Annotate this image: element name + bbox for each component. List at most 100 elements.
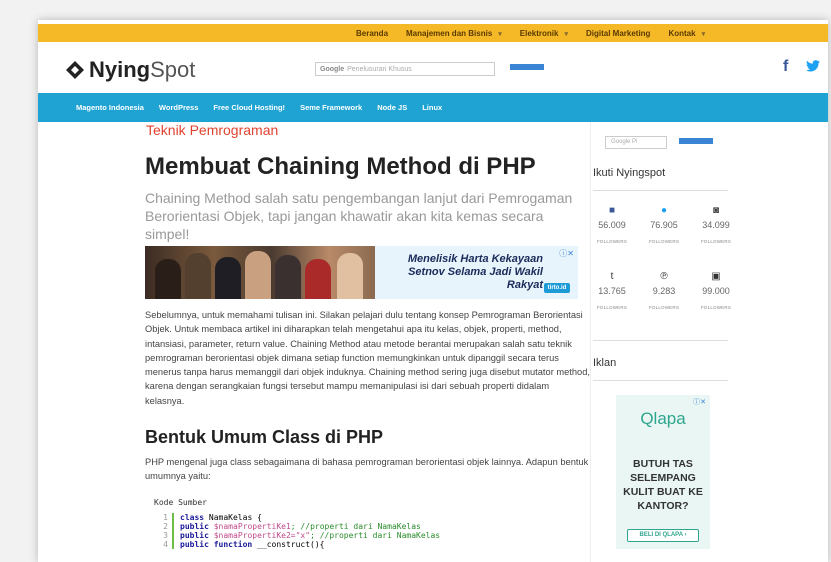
twitter-icon: ● — [660, 205, 668, 216]
ad-brand: tirto.id — [544, 283, 570, 293]
topnav-item-label: Elektronik — [519, 28, 559, 38]
chevron-down-icon: ▾ — [701, 30, 706, 38]
chevron-down-icon: ▾ — [498, 30, 502, 38]
twitter-icon[interactable] — [806, 58, 820, 76]
main-navigation-bar: Magento Indonesia WordPress Free Cloud Hos… — [38, 93, 828, 122]
topnav-item[interactable]: Elektronik ▾ — [520, 29, 568, 38]
social-label: FOLLOWERS — [596, 305, 628, 310]
code-label: Kode Sumber — [154, 498, 207, 507]
article-paragraph-2: PHP mengenal juga class sebagaimana di b… — [145, 457, 589, 482]
header-search-input[interactable]: Google Penelusuran Khusus — [315, 62, 495, 76]
qlapa-ad[interactable]: ⓘ✕ Qlapa BUTUH TAS SELEMPANG KULIT BUAT … — [616, 395, 710, 549]
instagram-icon: ◙ — [712, 205, 720, 216]
social-label: FOLLOWERS — [700, 239, 732, 244]
topnav-item-label: Kontak — [668, 28, 696, 38]
topnav-item[interactable]: Digital Marketing — [586, 29, 650, 38]
logo-mark-icon — [66, 61, 84, 79]
code-text: __construct(){ — [252, 540, 325, 549]
code-keyword: public function — [180, 540, 253, 549]
article-banner-ad[interactable]: Menelisik Harta Kekayaan Setnov Selama J… — [145, 246, 578, 299]
article-paragraph-1: Sebelumnya, untuk memahami tulisan ini. … — [145, 310, 590, 406]
social-label: FOLLOWERS — [648, 305, 680, 310]
topnav-item[interactable]: Beranda — [356, 29, 388, 38]
qlapa-buy-button[interactable]: BELI DI QLAPA › — [627, 529, 699, 542]
social-count: 13.765 — [598, 286, 626, 296]
topnav-item-label: Digital Marketing — [585, 28, 651, 38]
pinterest-icon: ℗ — [660, 271, 668, 282]
article-subtitle: Chaining Method salah satu pengembangan … — [145, 190, 573, 242]
ad-close-icon[interactable]: ⓘ✕ — [559, 248, 574, 259]
ads-divider — [593, 380, 728, 381]
mainnav-item[interactable]: Node JS — [377, 103, 407, 112]
code-line: 2 public $namaPropertiKe1; //properti dar… — [154, 522, 574, 531]
social-counter[interactable]: ℗ 9.283 FOLLOWERS — [640, 271, 688, 310]
code-keyword: class — [180, 513, 205, 522]
social-label: FOLLOWERS — [648, 239, 680, 244]
social-counter[interactable]: ▣ 99.000 FOLLOWERS — [692, 271, 740, 310]
tumblr-icon: t — [610, 271, 614, 282]
social-counter[interactable]: t 13.765 FOLLOWERS — [588, 271, 636, 310]
social-count: 76.905 — [650, 220, 678, 230]
topnav-item[interactable]: Manajemen dan Bisnis ▾ — [406, 29, 502, 38]
header-search-button[interactable] — [510, 64, 544, 70]
code-variable: $namaPropertiKe1 — [213, 522, 291, 531]
mainnav-item[interactable]: WordPress — [159, 103, 198, 112]
social-label: FOLLOWERS — [596, 239, 628, 244]
social-divider — [593, 340, 728, 341]
mainnav-item[interactable]: Seme Framework — [300, 103, 362, 112]
mainnav-item[interactable]: Magento Indonesia — [76, 103, 144, 112]
social-count: 56.009 — [598, 220, 626, 230]
code-line: 3 public $namaPropertiKe2="x"; //properti… — [154, 531, 574, 540]
site-logo[interactable]: Nying Spot — [65, 57, 195, 83]
sidebar-search-button[interactable] — [679, 138, 713, 144]
social-label: FOLLOWERS — [700, 305, 732, 310]
social-count: 99.000 — [702, 286, 730, 296]
facebook-icon[interactable]: f — [783, 58, 788, 76]
sidebar-divider — [590, 122, 591, 562]
section-heading: Bentuk Umum Class di PHP — [145, 427, 384, 447]
top-navigation-bar: Beranda Manajemen dan Bisnis ▾ Elektronik ▾ D… — [38, 24, 828, 42]
follow-title: Ikuti Nyingspot — [593, 167, 666, 179]
code-line: 4 public function __construct(){ — [154, 540, 574, 549]
social-counter[interactable]: ● 76.905 FOLLOWERS — [640, 205, 688, 244]
follow-divider — [593, 190, 728, 191]
article-category-link[interactable]: Teknik Pemrograman — [146, 122, 278, 138]
page: Beranda Manajemen dan Bisnis ▾ Elektronik ▾ D… — [38, 20, 828, 562]
code-block: 1 class NamaKelas { 2 public $namaPropertiK… — [154, 513, 574, 549]
social-counter[interactable]: ◙ 34.099 FOLLOWERS — [692, 205, 740, 244]
code-text: NamaKelas { — [204, 513, 262, 522]
logo-text-light: Spot — [150, 57, 196, 82]
code-comment: ; //properti dari NamaKelas — [310, 531, 441, 540]
mainnav-item[interactable]: Free Cloud Hosting! — [213, 103, 285, 112]
logo-text-bold: Nying — [89, 57, 151, 82]
code-line-number: 3 — [154, 531, 174, 540]
code-line-number: 2 — [154, 522, 174, 531]
ads-title: Iklan — [593, 357, 617, 369]
ad-close-icon[interactable]: ⓘ✕ — [693, 397, 706, 407]
code-variable: $namaPropertiKe2="x" — [213, 531, 311, 540]
ad-photo — [145, 246, 375, 299]
topnav-item[interactable]: Kontak ▾ — [668, 29, 705, 38]
code-line-number: 4 — [154, 540, 174, 549]
qlapa-ad-text: BUTUH TAS SELEMPANG KULIT BUAT KE KANTOR… — [623, 458, 703, 512]
social-count: 34.099 — [702, 220, 730, 230]
search-placeholder: Penelusuran Khusus — [347, 65, 412, 73]
search-brand: Google — [320, 65, 345, 73]
youtube-icon: ▣ — [711, 271, 721, 282]
ad-headline: Menelisik Harta Kekayaan Setnov Selama J… — [407, 253, 543, 291]
main-nav-menu: Magento Indonesia WordPress Free Cloud Hos… — [76, 93, 442, 122]
code-keyword: public — [180, 531, 209, 540]
code-line-number: 1 — [154, 513, 174, 522]
code-line: 1 class NamaKelas { — [154, 513, 574, 522]
top-nav-menu: Beranda Manajemen dan Bisnis ▾ Elektronik ▾ D… — [356, 24, 705, 42]
topnav-item-label: Beranda — [356, 28, 389, 38]
sidebar-search-input[interactable]: Google Pi — [605, 136, 667, 149]
qlapa-logo: Qlapa — [640, 409, 686, 428]
code-keyword: public — [180, 522, 209, 531]
social-counter[interactable]: ■ 56.009 FOLLOWERS — [588, 205, 636, 244]
mainnav-item[interactable]: Linux — [422, 103, 442, 112]
social-count: 9.283 — [652, 286, 676, 296]
facebook-icon: ■ — [608, 205, 616, 216]
topnav-item-label: Manajemen dan Bisnis — [406, 28, 493, 38]
chevron-down-icon: ▾ — [564, 30, 568, 38]
